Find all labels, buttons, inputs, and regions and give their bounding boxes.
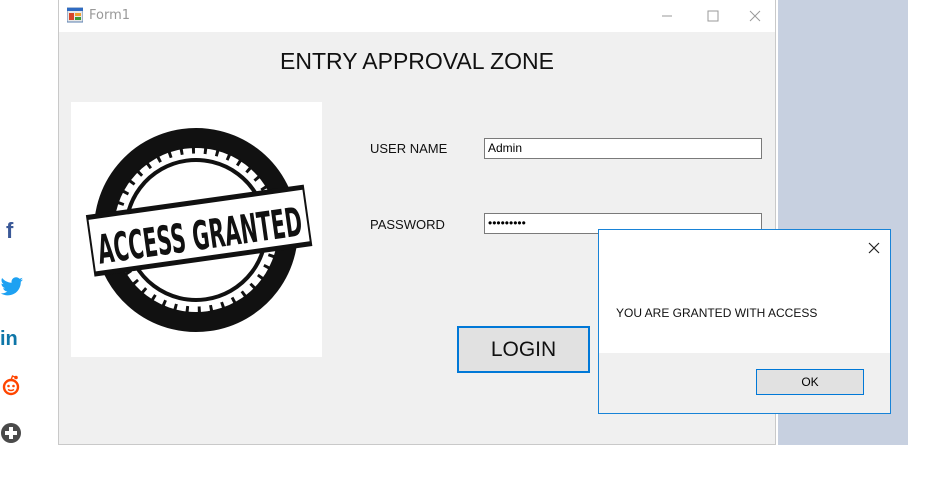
reddit-icon[interactable]	[0, 372, 34, 398]
close-icon	[868, 242, 880, 254]
app-icon	[67, 7, 83, 23]
close-icon	[749, 10, 761, 22]
title-bar[interactable]: Form1	[59, 0, 775, 32]
login-button[interactable]: LOGIN	[457, 326, 590, 373]
minimize-icon	[662, 15, 672, 17]
username-label: USER NAME	[370, 141, 448, 156]
dialog-footer: OK	[599, 353, 890, 413]
username-input[interactable]: Admin	[484, 138, 762, 159]
social-share-bar: f in	[0, 0, 40, 477]
dialog-close-button[interactable]	[864, 238, 884, 258]
minimize-button[interactable]	[645, 0, 689, 32]
close-button[interactable]	[733, 0, 777, 32]
window-title: Form1	[89, 8, 131, 23]
message-dialog: YOU ARE GRANTED WITH ACCESS OK	[598, 229, 891, 414]
access-granted-stamp: ACCESS GRANTED	[85, 127, 313, 332]
access-granted-image: ACCESS GRANTED	[71, 102, 322, 357]
linkedin-icon[interactable]: in	[0, 326, 34, 352]
password-label: PASSWORD	[370, 217, 445, 232]
facebook-icon[interactable]: f	[0, 218, 40, 244]
add-more-icon[interactable]	[0, 420, 34, 446]
form-heading: ENTRY APPROVAL ZONE	[280, 48, 554, 74]
maximize-icon	[707, 10, 719, 22]
ok-button[interactable]: OK	[756, 369, 864, 395]
twitter-icon[interactable]	[0, 274, 34, 300]
maximize-button[interactable]	[691, 0, 735, 32]
dialog-message: YOU ARE GRANTED WITH ACCESS	[616, 306, 818, 320]
